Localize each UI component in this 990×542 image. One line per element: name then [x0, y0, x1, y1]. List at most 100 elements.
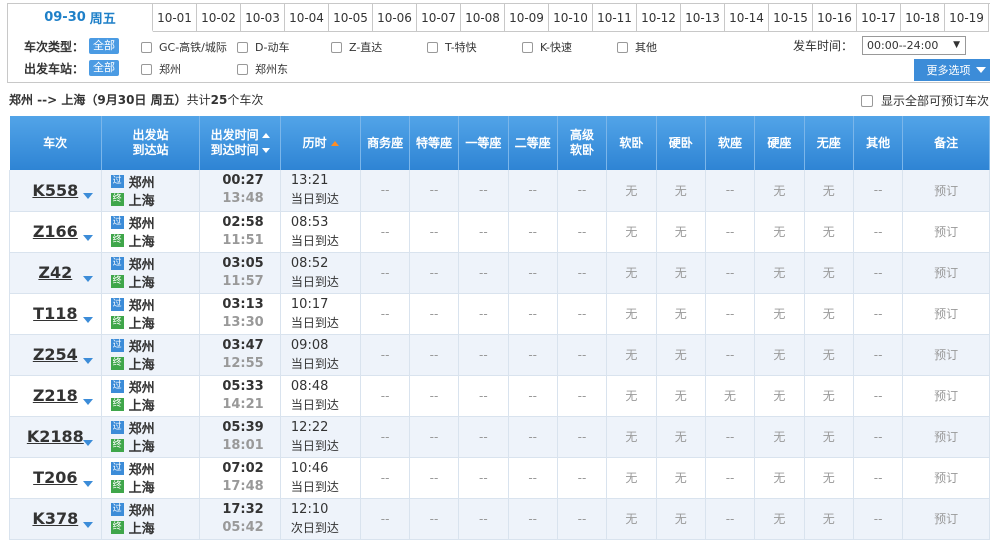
expand-arrow-icon[interactable] — [82, 275, 93, 282]
to-station[interactable]: 上海 — [129, 272, 155, 291]
sort-down-icon[interactable] — [261, 148, 270, 153]
header-stations: 出发站 到达站 — [101, 116, 201, 170]
terminal-station-icon: 终 — [110, 234, 124, 247]
book-button[interactable]: 预订 — [902, 170, 990, 212]
header-duration[interactable]: 历时 — [280, 116, 362, 170]
train-number-link[interactable]: T206 — [33, 468, 77, 487]
from-station[interactable]: 郑州 — [129, 377, 155, 396]
seat-availability: 无 — [656, 252, 706, 294]
checkbox-box[interactable] — [522, 41, 533, 53]
expand-arrow-icon[interactable] — [82, 357, 93, 364]
tab-date[interactable]: 10-09 — [505, 4, 549, 32]
expand-arrow-icon[interactable] — [82, 193, 93, 199]
from-station[interactable]: 郑州 — [129, 500, 155, 519]
tab-date[interactable]: 10-11 — [593, 4, 637, 32]
from-station[interactable]: 郑州 — [129, 213, 155, 232]
departure-time-select[interactable]: 00:00--24:00 ▼ — [862, 36, 966, 55]
expand-arrow-icon[interactable] — [82, 316, 93, 323]
train-number-link[interactable]: Z254 — [33, 345, 78, 364]
sort-up-icon[interactable] — [261, 133, 270, 138]
train-type-checkbox[interactable]: D-动车 — [237, 39, 289, 55]
tab-date[interactable]: 10-17 — [857, 4, 901, 32]
checkbox-box[interactable] — [141, 63, 152, 75]
to-station[interactable]: 上海 — [129, 313, 155, 332]
tab-date[interactable]: 10-08 — [461, 4, 505, 32]
expand-arrow-icon[interactable] — [82, 398, 93, 405]
train-type-checkbox[interactable]: Z-直达 — [331, 39, 382, 55]
tab-date[interactable]: 10-03 — [241, 4, 285, 32]
tab-date[interactable]: 10-04 — [285, 4, 329, 32]
train-type-all-button[interactable]: 全部 — [89, 38, 119, 54]
train-number-link[interactable]: K378 — [32, 509, 78, 528]
expand-arrow-icon[interactable] — [82, 439, 93, 446]
tab-date[interactable]: 10-18 — [901, 4, 945, 32]
expand-arrow-icon[interactable] — [82, 521, 93, 528]
sort-active-icon[interactable] — [330, 140, 339, 146]
tab-active-date[interactable]: 09-30 周五 — [8, 4, 153, 32]
train-number-link[interactable]: K2188 — [27, 427, 84, 446]
train-type-checkbox[interactable]: GC-高铁/城际 — [141, 39, 227, 55]
checkbox-box[interactable] — [331, 41, 342, 53]
tab-date[interactable]: 10-05 — [329, 4, 373, 32]
train-number-link[interactable]: Z166 — [33, 222, 78, 241]
book-button[interactable]: 预订 — [902, 334, 990, 376]
to-station[interactable]: 上海 — [129, 436, 155, 455]
tab-date[interactable]: 10-10 — [549, 4, 593, 32]
from-station[interactable]: 郑州 — [129, 295, 155, 314]
from-station[interactable]: 郑州 — [129, 459, 155, 478]
checkbox-box[interactable] — [141, 41, 152, 53]
expand-arrow-icon[interactable] — [82, 480, 93, 487]
checkbox-box[interactable] — [427, 41, 438, 53]
more-options-button[interactable]: 更多选项 — [914, 59, 990, 81]
book-button[interactable]: 预订 — [902, 498, 990, 540]
seat-availability: -- — [508, 211, 558, 253]
station-checkbox[interactable]: 郑州 — [141, 61, 181, 77]
tab-date[interactable]: 10-06 — [373, 4, 417, 32]
book-button[interactable]: 预订 — [902, 416, 990, 458]
book-button[interactable]: 预订 — [902, 211, 990, 253]
checkbox-box[interactable] — [861, 94, 873, 107]
train-number-link[interactable]: Z218 — [33, 386, 78, 405]
book-button[interactable]: 预订 — [902, 457, 990, 499]
tab-date[interactable]: 10-13 — [681, 4, 725, 32]
train-type-checkbox[interactable]: T-特快 — [427, 39, 477, 55]
seat-availability: 无 — [656, 334, 706, 376]
checkbox-box[interactable] — [237, 63, 248, 75]
table-row: T118 过郑州终上海 03:13 13:30 10:17 当日到达 -- -- -- -- -- 无… — [9, 293, 990, 335]
train-number-link[interactable]: K558 — [32, 181, 78, 200]
tab-date[interactable]: 10-16 — [813, 4, 857, 32]
show-bookable-checkbox[interactable]: 显示全部可预订车次 — [861, 92, 989, 109]
to-station[interactable]: 上海 — [129, 395, 155, 414]
train-type-checkbox[interactable]: K-快速 — [522, 39, 572, 55]
to-station[interactable]: 上海 — [129, 231, 155, 250]
from-station[interactable]: 郑州 — [129, 418, 155, 437]
expand-arrow-icon[interactable] — [82, 234, 93, 241]
tab-date[interactable]: 10-02 — [197, 4, 241, 32]
tab-date[interactable]: 10-15 — [769, 4, 813, 32]
book-button[interactable]: 预订 — [902, 375, 990, 417]
stations-cell: 过郑州终上海 — [101, 252, 201, 294]
tab-date[interactable]: 10-07 — [417, 4, 461, 32]
checkbox-box[interactable] — [617, 41, 628, 53]
from-station[interactable]: 郑州 — [129, 172, 155, 191]
train-number-link[interactable]: T118 — [33, 304, 77, 323]
seat-availability: -- — [360, 170, 410, 212]
tab-date[interactable]: 10-12 — [637, 4, 681, 32]
book-button[interactable]: 预订 — [902, 252, 990, 294]
tab-date[interactable]: 10-19 — [945, 4, 989, 32]
to-station[interactable]: 上海 — [129, 190, 155, 209]
book-button[interactable]: 预订 — [902, 293, 990, 335]
train-number-link[interactable]: Z42 — [38, 263, 72, 282]
tab-date[interactable]: 10-01 — [153, 4, 197, 32]
to-station[interactable]: 上海 — [129, 518, 155, 537]
train-type-checkbox[interactable]: 其他 — [617, 39, 657, 55]
station-all-button[interactable]: 全部 — [89, 60, 119, 76]
tab-date[interactable]: 10-14 — [725, 4, 769, 32]
from-station[interactable]: 郑州 — [129, 336, 155, 355]
checkbox-box[interactable] — [237, 41, 248, 53]
header-times[interactable]: 出发时间 到达时间 — [199, 116, 281, 170]
to-station[interactable]: 上海 — [129, 477, 155, 496]
to-station[interactable]: 上海 — [129, 354, 155, 373]
from-station[interactable]: 郑州 — [129, 254, 155, 273]
station-checkbox[interactable]: 郑州东 — [237, 61, 288, 77]
